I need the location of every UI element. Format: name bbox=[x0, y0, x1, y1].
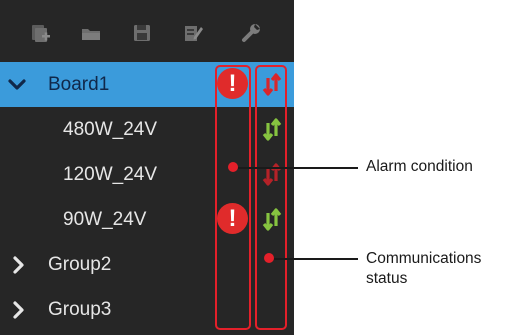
tree-row-label: 90W_24V bbox=[63, 209, 147, 230]
alarm-condition-callout: Alarm condition bbox=[366, 158, 473, 175]
wrench-icon[interactable] bbox=[240, 22, 262, 44]
tree-row-label: 480W_24V bbox=[63, 119, 158, 140]
alarm-callout-leader bbox=[238, 167, 358, 169]
comm-status-callout-line1: Communications bbox=[366, 250, 482, 267]
alarm-callout-dot bbox=[228, 162, 238, 172]
save-disk-icon[interactable] bbox=[131, 22, 153, 44]
comm-column-highlight bbox=[255, 65, 287, 330]
chevron-down-icon[interactable] bbox=[8, 76, 26, 94]
toolbar bbox=[0, 0, 294, 62]
comm-callout-dot bbox=[264, 253, 274, 263]
edit-icon[interactable] bbox=[182, 22, 204, 44]
comm-status-callout-line2: status bbox=[366, 270, 408, 287]
tree-row-label: Group2 bbox=[48, 254, 112, 275]
comm-callout-leader bbox=[274, 258, 358, 260]
alarm-column-highlight bbox=[215, 65, 251, 330]
tree-row-label: Group3 bbox=[48, 299, 112, 320]
chevron-right-icon[interactable] bbox=[10, 256, 28, 274]
open-folder-icon[interactable] bbox=[80, 22, 102, 44]
tree-row-label: 120W_24V bbox=[63, 164, 158, 185]
chevron-right-icon[interactable] bbox=[10, 301, 28, 319]
tree-row-label: Board1 bbox=[48, 74, 110, 95]
add-device-icon[interactable] bbox=[29, 22, 51, 44]
